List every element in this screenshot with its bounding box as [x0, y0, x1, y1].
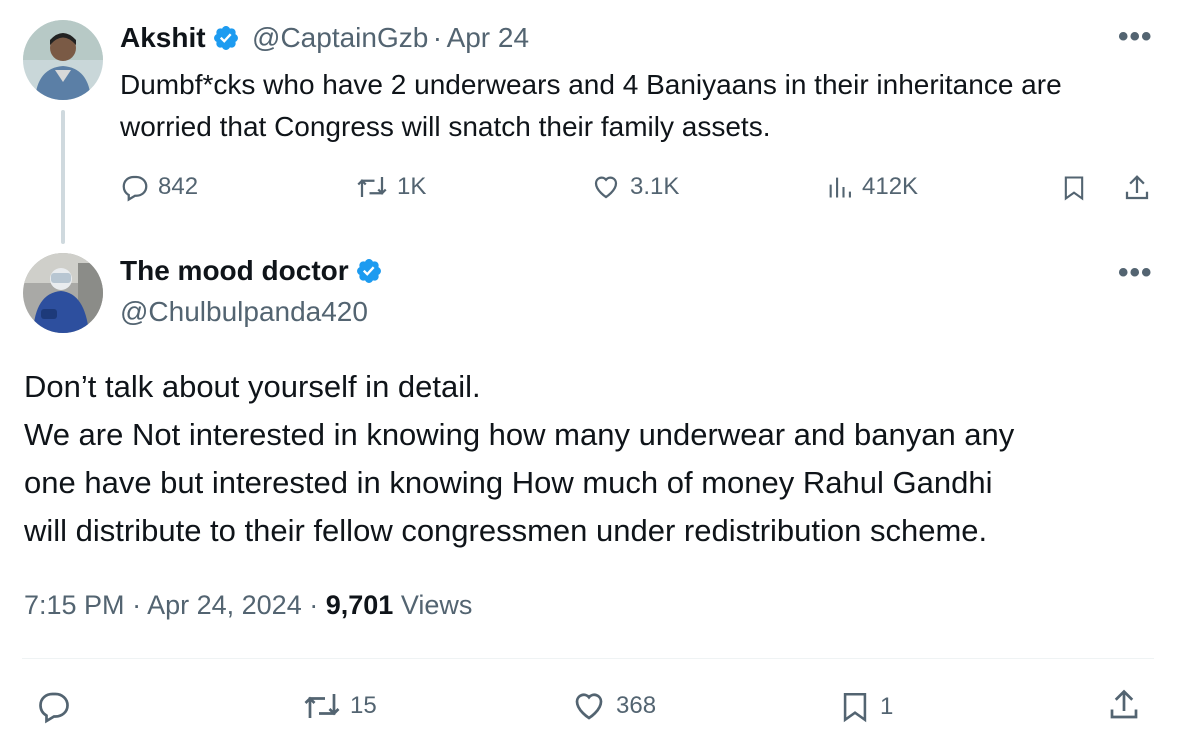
- like-button[interactable]: 368: [570, 688, 656, 724]
- tweet-date[interactable]: Apr 24, 2024: [147, 590, 302, 620]
- views-button[interactable]: 412K: [826, 172, 918, 202]
- verified-badge-icon: [356, 259, 381, 283]
- author-name[interactable]: Akshit: [120, 22, 206, 53]
- parent-tweet-header: Akshit @CaptainGzb · Apr 24: [120, 22, 529, 54]
- repost-icon: [304, 694, 340, 718]
- like-count: 368: [616, 692, 657, 719]
- more-options-icon[interactable]: •••: [1118, 258, 1153, 288]
- heart-icon: [594, 176, 618, 199]
- repost-icon: [357, 177, 387, 197]
- like-count: 3.1K: [630, 173, 680, 200]
- tweet-text-line: one have but interested in knowing How m…: [24, 465, 993, 500]
- author-name[interactable]: The mood doctor: [120, 255, 349, 286]
- avatar-mood-doctor[interactable]: [23, 253, 103, 333]
- author-handle[interactable]: @Chulbulpanda420: [120, 296, 368, 328]
- meta-separator: ·: [132, 590, 142, 620]
- thread-line: [61, 110, 65, 244]
- reply-icon: [122, 175, 148, 202]
- reply-button[interactable]: [36, 688, 72, 724]
- analytics-icon: [829, 177, 851, 198]
- bookmark-button[interactable]: [1060, 172, 1088, 204]
- main-tweet-text: Don’t talk about yourself in detail. We …: [24, 363, 1014, 555]
- more-options-icon[interactable]: •••: [1118, 22, 1153, 52]
- views-count: 9,701: [325, 590, 394, 620]
- reply-button[interactable]: 842: [120, 172, 198, 202]
- tweet-date[interactable]: Apr 24: [447, 22, 530, 53]
- tweet-text-line: Dumbf*cks who have 2 underwears and 4 Ba…: [120, 69, 1062, 100]
- reply-icon: [39, 692, 69, 724]
- share-icon: [1110, 689, 1138, 719]
- views-label: Views: [400, 590, 473, 620]
- share-button[interactable]: [1106, 686, 1142, 724]
- parent-tweet-text: Dumbf*cks who have 2 underwears and 4 Ba…: [120, 64, 1062, 148]
- repost-button[interactable]: 1K: [355, 172, 426, 202]
- bookmark-count: 1: [880, 693, 894, 720]
- share-icon: [1125, 175, 1149, 200]
- tweet-time[interactable]: 7:15 PM: [24, 590, 125, 620]
- tweet-text-line: We are Not interested in knowing how man…: [24, 417, 1015, 452]
- tweet-meta: 7:15 PM · Apr 24, 2024 · 9,701 Views: [24, 590, 472, 621]
- heart-icon: [575, 693, 603, 720]
- main-tweet-header: The mood doctor: [120, 255, 383, 287]
- bookmark-icon: [843, 692, 867, 723]
- tweet-text-line: worried that Congress will snatch their …: [120, 111, 771, 142]
- header-separator: ·: [432, 22, 443, 53]
- author-handle[interactable]: @CaptainGzb: [252, 22, 428, 53]
- tweet-text-line: Don’t talk about yourself in detail.: [24, 369, 481, 404]
- repost-count: 1K: [397, 173, 427, 200]
- avatar-akshit[interactable]: [23, 20, 103, 100]
- view-count: 412K: [862, 173, 919, 200]
- meta-separator: ·: [309, 590, 319, 620]
- bookmark-button[interactable]: 1: [838, 688, 893, 726]
- repost-count: 15: [350, 692, 377, 719]
- reply-count: 842: [158, 173, 199, 200]
- repost-button[interactable]: 15: [302, 688, 377, 724]
- verified-badge-icon: [213, 26, 238, 50]
- like-button[interactable]: 3.1K: [590, 172, 679, 202]
- divider: [22, 658, 1154, 659]
- bookmark-icon: [1064, 176, 1084, 201]
- share-button[interactable]: [1122, 172, 1152, 204]
- tweet-text-line: will distribute to their fellow congress…: [24, 513, 988, 548]
